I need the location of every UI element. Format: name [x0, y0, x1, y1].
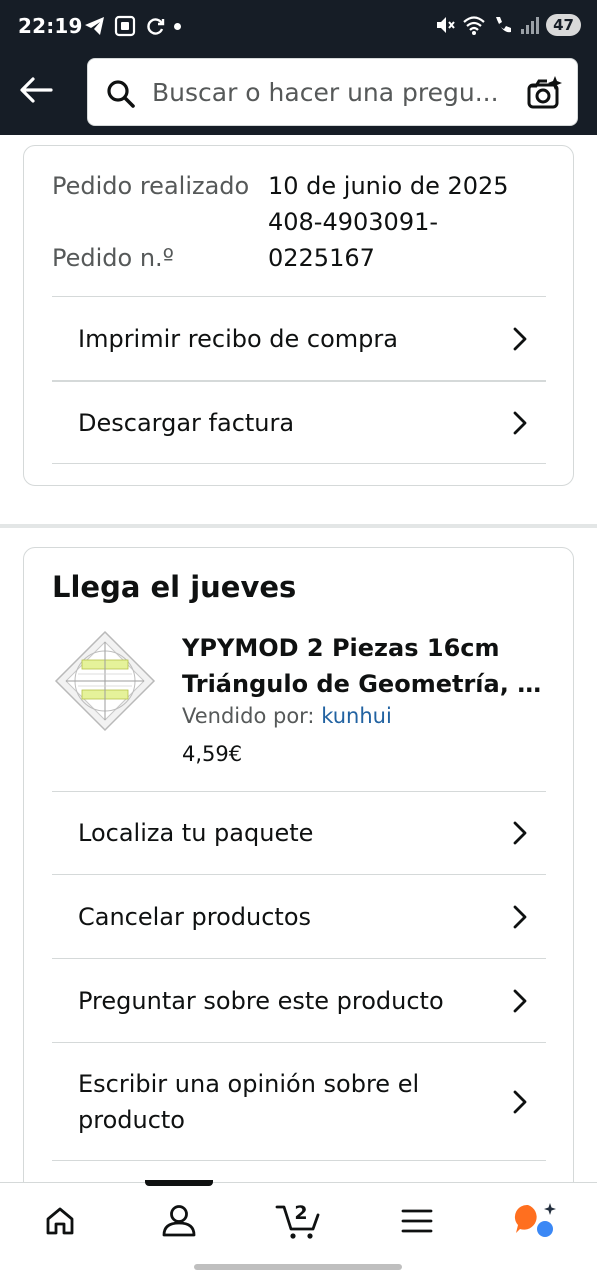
- order-number-value-line1: 408-4903091-: [268, 208, 439, 236]
- status-left-icons: [84, 15, 181, 37]
- chevron-right-icon: [513, 327, 527, 350]
- home-icon: [46, 1207, 74, 1235]
- status-time: 22:19: [18, 14, 83, 38]
- track-package-label: Localiza tu paquete: [78, 819, 314, 847]
- print-receipt-row[interactable]: Imprimir recibo de compra: [52, 296, 546, 380]
- seller-link[interactable]: kunhui: [321, 704, 392, 728]
- download-invoice-label: Descargar factura: [78, 408, 295, 437]
- nav-rufus[interactable]: [506, 1199, 566, 1243]
- download-invoice-row[interactable]: Descargar factura: [52, 380, 546, 464]
- product-image[interactable]: [52, 628, 158, 734]
- dot-icon: [174, 22, 181, 30]
- camera-search-icon[interactable]: [525, 74, 563, 112]
- chevron-right-icon: [513, 821, 527, 845]
- active-tab-indicator: [145, 1180, 213, 1186]
- track-package-row[interactable]: Localiza tu paquete: [52, 791, 546, 874]
- account-icon: [162, 1205, 196, 1237]
- nav-cart[interactable]: 2: [268, 1199, 328, 1243]
- telegram-icon: [85, 17, 104, 35]
- menu-icon: [401, 1209, 433, 1233]
- product-title-line1: YPYMOD 2 Piezas 16cm: [182, 634, 500, 662]
- screenshot-icon: [114, 15, 136, 37]
- search-box[interactable]: Buscar o hacer una pregu...: [87, 58, 578, 126]
- order-placed-label: Pedido realizado: [52, 172, 250, 200]
- search-input[interactable]: Buscar o hacer una pregu...: [152, 73, 512, 113]
- rufus-icon: [514, 1203, 556, 1237]
- search-icon: [106, 79, 136, 109]
- chevron-right-icon: [513, 1090, 527, 1113]
- write-review-row[interactable]: Escribir una opinión sobre el producto: [52, 1042, 546, 1161]
- back-arrow-icon: [20, 77, 53, 103]
- section-divider: [0, 524, 597, 528]
- write-review-label: Escribir una opinión sobre el producto: [78, 1069, 420, 1134]
- status-bar: 22:19 47: [0, 0, 597, 54]
- delivery-title: Llega el jueves: [52, 570, 297, 604]
- print-receipt-label: Imprimir recibo de compra: [78, 324, 398, 353]
- cancel-items-row[interactable]: Cancelar productos: [52, 874, 546, 958]
- back-button[interactable]: [14, 72, 58, 108]
- chevron-right-icon: [513, 989, 527, 1012]
- order-placed-value: 10 de junio de 2025: [268, 172, 509, 200]
- seller-info: Vendido por: kunhui: [182, 704, 392, 728]
- seller-prefix: Vendido por:: [182, 704, 322, 728]
- nav-account[interactable]: [149, 1199, 209, 1243]
- chevron-right-icon: [513, 411, 527, 434]
- order-details-card: Pedido realizado 10 de junio de 2025 Ped…: [23, 145, 574, 486]
- status-right-icons: 47: [434, 14, 581, 36]
- product-title-line2: Triángulo de Geometría, T...: [182, 670, 552, 698]
- product-price: 4,59€: [182, 742, 243, 766]
- nav-home[interactable]: [30, 1199, 90, 1243]
- wifi-icon: [463, 16, 485, 35]
- call-icon: [496, 17, 512, 33]
- ask-product-row[interactable]: Preguntar sobre este producto: [52, 958, 546, 1042]
- cancel-items-label: Cancelar productos: [78, 902, 312, 931]
- battery-indicator: 47: [546, 14, 581, 36]
- order-number-value-line2: 0225167: [268, 244, 375, 272]
- signal-icon: [521, 17, 540, 34]
- chevron-right-icon: [513, 905, 527, 928]
- header: Buscar o hacer una pregu...: [0, 54, 597, 135]
- cart-icon: 2: [275, 1202, 320, 1239]
- ask-product-label: Preguntar sobre este producto: [78, 986, 444, 1015]
- nav-menu[interactable]: [387, 1199, 447, 1243]
- product-title[interactable]: YPYMOD 2 Piezas 16cm Triángulo de Geomet…: [182, 630, 552, 702]
- system-home-indicator[interactable]: [194, 1264, 402, 1270]
- sync-icon: [147, 18, 165, 35]
- cart-count: 2: [294, 1202, 307, 1224]
- order-number-label: Pedido n.º: [52, 244, 174, 272]
- shipment-card: Llega el jueves YPYMOD 2 Piezas 16cm Tri…: [23, 547, 574, 1247]
- mute-icon: [437, 17, 455, 33]
